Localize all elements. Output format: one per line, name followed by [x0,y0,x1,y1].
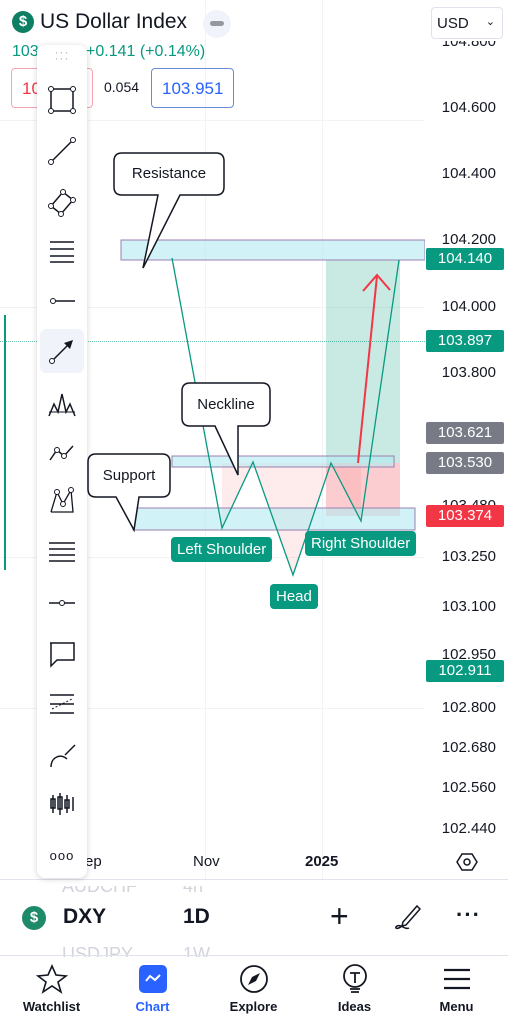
long-position-tool[interactable] [40,782,84,826]
chart-icon [138,965,167,993]
axis-label: 104.200 [441,231,496,248]
fib-retracement-icon [50,241,74,263]
rectangle-icon [48,86,76,114]
axis-label: 102.680 [441,739,496,756]
settings-hex-icon[interactable] [456,851,478,873]
lightbulb-icon [342,964,367,993]
nav-ideas[interactable]: Ideas [304,955,405,1024]
price-badge: 102.911 [426,660,504,682]
price-badge: 103.374 [426,505,504,527]
axis-label: 104.000 [441,298,496,315]
callout-resistance-text: Resistance [132,165,206,182]
parallel-lines-tool[interactable] [40,529,84,573]
path-icon [49,445,74,461]
rotated-rectangle-tool[interactable] [40,181,84,225]
arrow-tool[interactable] [40,329,84,373]
more-icon[interactable]: ··· [456,902,481,928]
rectangle-tool[interactable] [40,78,84,122]
callout-neckline-text: Neckline [197,396,255,413]
brush-tool[interactable] [40,734,84,778]
callout-tool[interactable] [40,632,84,676]
axis-label: 103.250 [441,548,496,565]
nav-label: Watchlist [22,999,81,1014]
nav-label: Menu [439,999,474,1014]
price-badge: 103.530 [426,452,504,474]
drawing-toolbar: ··· ··· ooo [37,45,87,878]
hamburger-icon [443,968,470,990]
divider [0,879,508,880]
head-and-shoulders-tool[interactable] [40,383,84,427]
fib-channel-icon [50,694,74,714]
label-head[interactable]: Head [270,584,318,609]
arrow-icon [49,340,73,364]
path-tool[interactable] [40,431,84,475]
price-badge: 103.897 [426,330,504,352]
symbol-button[interactable]: DXY [63,905,106,929]
chevron-down-icon: ⌄ [485,16,495,28]
axis-label: 102.800 [441,699,496,716]
drag-handle-icon[interactable]: ··· ··· [40,33,84,77]
head-and-shoulders-icon [48,393,76,417]
fib-retracement-tool[interactable] [40,229,84,273]
price-badge: 103.621 [426,422,504,444]
axis-label: 102.440 [441,820,496,837]
axis-label: 104.600 [441,99,496,116]
xabcd-pattern-icon [50,487,74,513]
nav-label: Ideas [337,999,372,1014]
trend-line-tool[interactable] [40,129,84,173]
horizontal-ray-icon [50,298,75,304]
currency-select[interactable]: USD ⌄ [431,7,503,39]
nav-label: Explore [229,999,278,1014]
fib-channel-tool[interactable] [40,682,84,726]
star-icon [35,964,68,994]
nav-menu[interactable]: Menu [406,955,507,1024]
interval-button[interactable]: 1D [183,905,210,929]
horizontal-ray-tool[interactable] [40,279,84,323]
callout-icon [50,642,75,668]
candles-icon [50,793,74,815]
axis-label: 102.560 [441,779,496,796]
dollar-icon: $ [22,906,46,930]
pencil-icon[interactable] [393,902,421,932]
xabcd-pattern-tool[interactable] [40,479,84,523]
support-zone [132,507,416,531]
nav-watchlist[interactable]: Watchlist [1,955,102,1024]
label-left-shoulder[interactable]: Left Shoulder [171,537,273,562]
parallel-lines-icon [49,542,75,562]
label-right-shoulder[interactable]: Right Shoulder [305,531,417,556]
price-badge: 104.140 [426,248,504,270]
add-icon[interactable]: + [330,898,349,935]
compass-icon [239,965,268,993]
resistance-zone [120,239,425,261]
time-label: 2025 [305,853,339,870]
callout-support-text: Support [103,467,156,484]
horizontal-line-icon [49,600,75,606]
axis-label: 103.800 [441,364,496,381]
nav-label: Chart [135,999,170,1014]
neckline-zone [171,455,395,468]
nav-chart[interactable]: Chart [102,955,203,1024]
horizontal-line-tool[interactable] [40,581,84,625]
trend-line-icon [48,137,76,165]
more-tools-icon[interactable]: ooo [40,833,84,877]
axis-label: 103.100 [441,598,496,615]
time-label: Nov [193,853,220,870]
rotated-rectangle-icon [48,189,76,217]
currency-value: USD [437,15,469,32]
brush-icon [50,744,76,768]
axis-label: 104.400 [441,165,496,182]
nav-explore[interactable]: Explore [203,955,304,1024]
